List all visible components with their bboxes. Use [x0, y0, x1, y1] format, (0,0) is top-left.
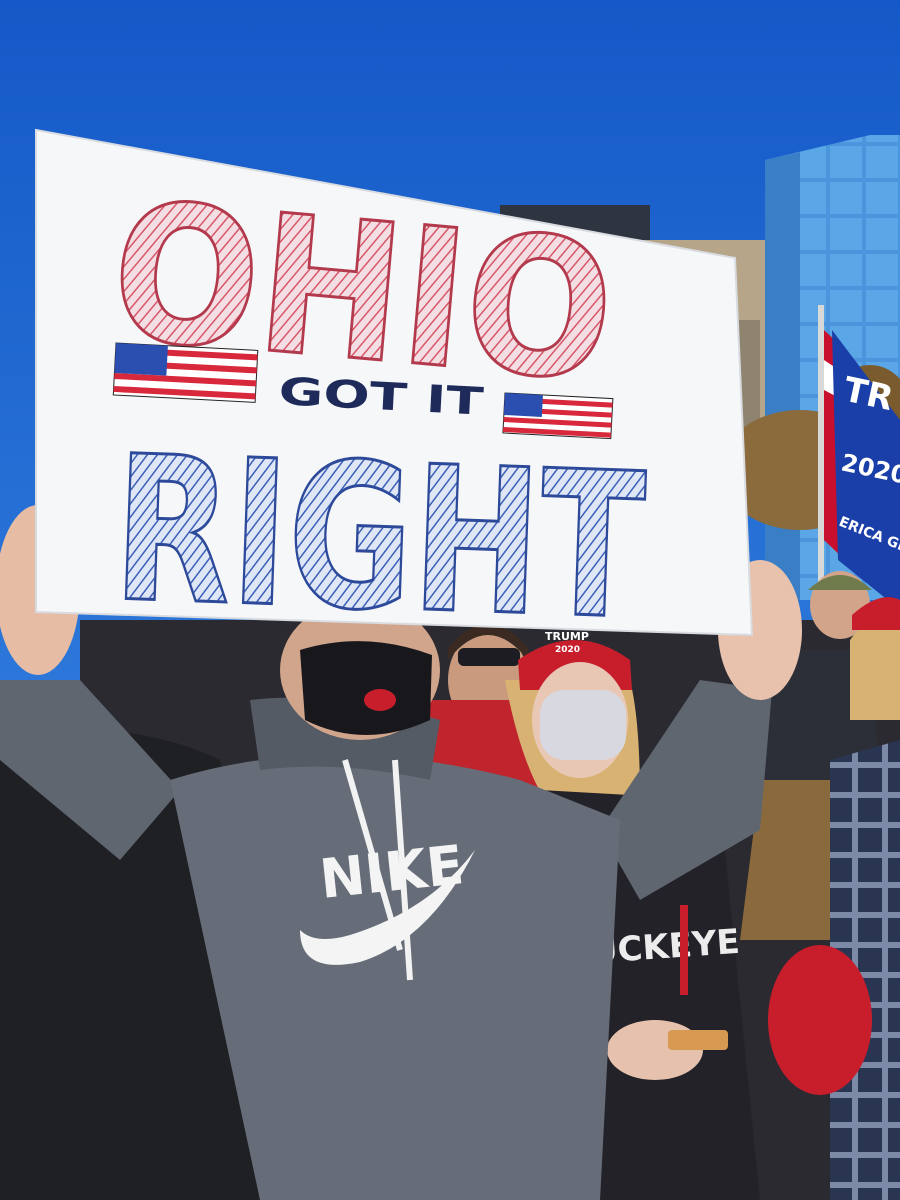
- photo-scene: TR 2020 ERICA GREA TRUMP 2020 BUCKEYE NI…: [0, 0, 900, 1200]
- lanyard: [680, 905, 688, 995]
- flag-pole: [818, 305, 824, 605]
- gray-mask: [540, 690, 626, 760]
- scene-svg: TR 2020 ERICA GREA TRUMP 2020 BUCKEYE NI…: [0, 0, 900, 1200]
- sign-line-right: RIGHT: [110, 413, 648, 664]
- phone: [668, 1030, 728, 1050]
- glass-building-shade: [765, 152, 800, 600]
- red-bag: [768, 945, 872, 1095]
- mask-logo: [364, 689, 396, 711]
- flag-drawing-left: [112, 342, 259, 403]
